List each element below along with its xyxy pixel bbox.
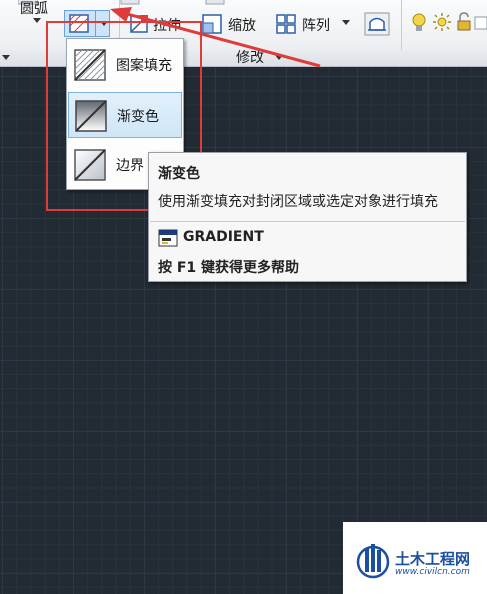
gradient-tooltip: 渐变色 使用渐变填充对封闭区域或选定对象进行填充 GRADIENT 按 F1 键… — [148, 152, 467, 282]
tooltip-help-hint: 按 F1 键获得更多帮助 — [158, 260, 300, 276]
tooltip-title: 渐变色 — [158, 166, 200, 182]
tooltip-description: 使用渐变填充对封闭区域或选定对象进行填充 — [158, 194, 438, 210]
annotation-arrow — [110, 7, 321, 68]
watermark-name: 土木工程网 — [395, 550, 471, 568]
tooltip-command-name: GRADIENT — [183, 229, 264, 245]
command-icon — [158, 229, 178, 247]
watermark: 土木工程网 www.civilcn.com — [343, 522, 487, 594]
watermark-logo-icon — [356, 544, 390, 579]
watermark-url: www.civilcn.com — [395, 567, 470, 577]
tooltip-divider — [150, 221, 465, 222]
